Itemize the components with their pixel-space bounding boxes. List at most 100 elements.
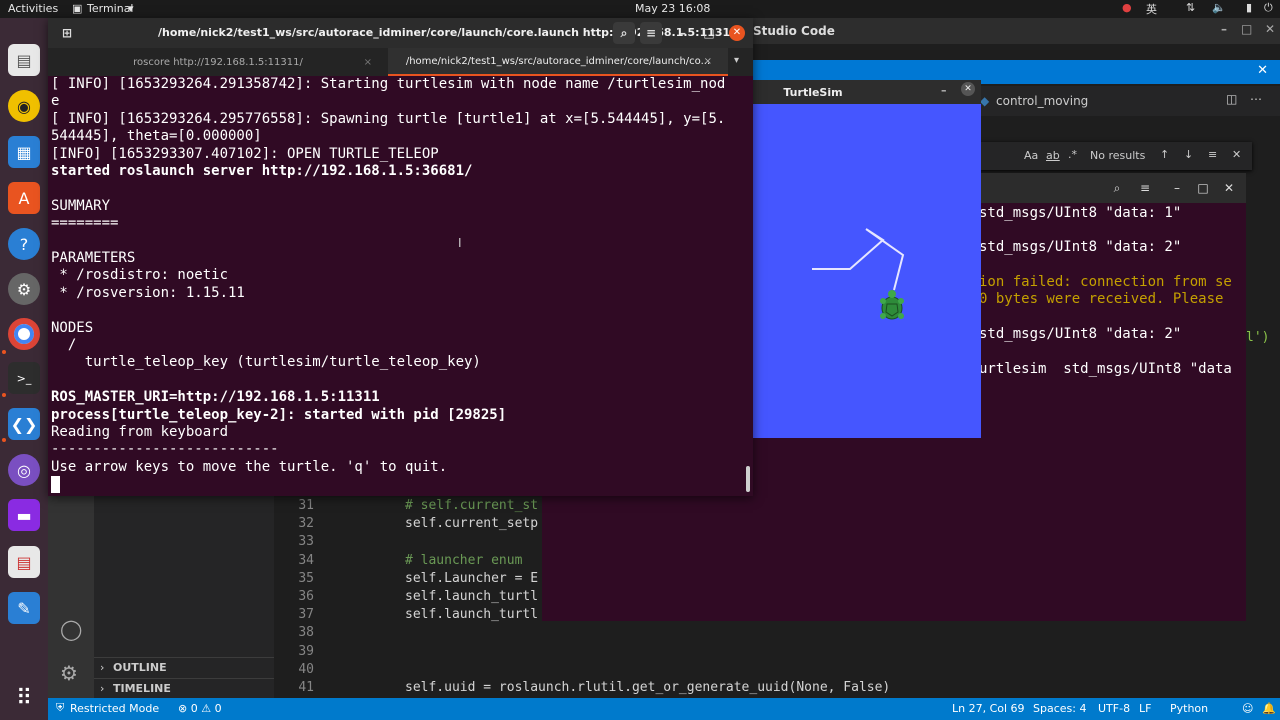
terminal-2-line: ion failed: connection from se (979, 274, 1232, 290)
screen-recorder-icon[interactable]: ▬ (8, 499, 40, 531)
line-number: 38 (298, 625, 314, 641)
text-cursor (51, 476, 60, 493)
close-icon[interactable]: ✕ (961, 82, 975, 96)
record-icon[interactable]: ● (1122, 1, 1132, 14)
maximize-icon[interactable]: □ (1192, 177, 1214, 199)
next-match-icon[interactable]: ↓ (1184, 148, 1193, 161)
terminal-icon[interactable]: >_ (8, 362, 40, 394)
feedback-icon[interactable]: ☺ (1242, 702, 1253, 715)
terminal-app-icon: ▣ (72, 2, 83, 15)
document-viewer-icon[interactable]: ▤ (8, 546, 40, 578)
files-icon[interactable]: ▤ (8, 44, 40, 76)
vscode-window-title: Studio Code (753, 24, 835, 38)
writer-icon[interactable]: ▦ (8, 136, 40, 168)
line-number: 32 (298, 516, 314, 532)
find-in-selection-icon[interactable]: ≡ (1208, 148, 1217, 161)
tab-control-moving[interactable]: control_moving (996, 94, 1088, 108)
line-number: 35 (298, 570, 314, 586)
minimize-icon[interactable]: – (1221, 22, 1227, 36)
close-icon[interactable]: ✕ (729, 25, 745, 41)
cursor-position[interactable]: Ln 27, Col 69 (952, 702, 1025, 715)
battery-icon[interactable]: ▮ (1246, 1, 1252, 14)
turtlesim-title: TurtleSim (783, 86, 843, 99)
language-mode[interactable]: Python (1170, 702, 1208, 715)
close-icon[interactable]: ✕ (1257, 63, 1268, 78)
settings-gear-icon[interactable]: ⚙ (8, 273, 40, 305)
hamburger-menu-icon[interactable]: ≡ (1134, 177, 1156, 199)
match-case-icon[interactable]: Aa (1024, 149, 1038, 162)
close-icon[interactable]: ✕ (1218, 177, 1240, 199)
help-icon[interactable]: ? (8, 228, 40, 260)
show-apps-grid-icon[interactable]: ⠿ (8, 682, 40, 714)
terminal-2-line: 0 bytes were received. Please (979, 291, 1224, 307)
activities-button[interactable]: Activities (8, 2, 58, 15)
network-icon[interactable]: ⇅ (1186, 1, 1195, 14)
account-icon[interactable]: ◯ (60, 617, 82, 641)
more-actions-icon[interactable]: ⋯ (1250, 92, 1262, 106)
mouse-ibeam-cursor: I (458, 236, 462, 250)
terminal-line: Reading from keyboard (51, 424, 229, 440)
shield-icon: ⛨ (56, 701, 65, 714)
search-icon[interactable]: ⌕ (1106, 177, 1128, 199)
close-tab-icon[interactable]: × (704, 56, 712, 67)
split-editor-icon[interactable]: ◫ (1226, 92, 1237, 106)
close-icon[interactable]: ✕ (1265, 22, 1275, 36)
close-tab-icon[interactable]: × (364, 57, 372, 68)
encoding[interactable]: UTF-8 (1098, 702, 1130, 715)
match-word-icon[interactable]: ab (1046, 149, 1060, 162)
minimize-icon[interactable]: – (672, 22, 694, 44)
clock[interactable]: May 23 16:08 (635, 2, 710, 15)
terminal-line: NODES (51, 319, 94, 336)
tab-label: /home/nick2/test1_ws/src/autorace_idmine… (405, 55, 711, 67)
timeline-section[interactable]: › TIMELINE (94, 678, 274, 698)
media-player-icon[interactable]: ◎ (8, 454, 40, 486)
new-tab-icon[interactable]: ⊞ (56, 22, 78, 44)
maximize-icon[interactable]: □ (698, 22, 720, 44)
turtle-path-drawing (812, 228, 905, 320)
line-number: 34 (298, 552, 314, 568)
problems-indicator[interactable]: ⊗ 0 ⚠ 0 (178, 702, 222, 715)
rhythmbox-icon[interactable]: ◉ (8, 90, 40, 122)
previous-match-icon[interactable]: ↑ (1160, 148, 1169, 161)
scrollbar-thumb[interactable] (746, 466, 750, 492)
manage-gear-icon[interactable]: ⚙ (60, 661, 78, 685)
input-method-indicator[interactable]: 英 (1146, 1, 1157, 17)
software-center-icon[interactable]: A (8, 182, 40, 214)
terminal-line: Use arrow keys to move the turtle. 'q' t… (51, 458, 448, 475)
volume-icon[interactable]: 🔈 (1212, 1, 1226, 14)
text-editor-icon[interactable]: ✎ (8, 592, 40, 624)
minimize-icon[interactable]: – (1166, 177, 1188, 199)
terminal-line: / (51, 337, 77, 353)
tab-menu-chevron-down-icon[interactable]: ▾ (734, 55, 739, 66)
end-of-line[interactable]: LF (1139, 702, 1151, 715)
restricted-mode-indicator[interactable]: Restricted Mode (70, 702, 159, 715)
terminal-tab-bar: roscore http://192.168.1.5:11311/ × /hom… (48, 48, 753, 76)
app-menu[interactable]: Terminal (87, 2, 134, 15)
terminal-line: started roslaunch server http://192.168.… (51, 163, 473, 179)
terminal-output[interactable]: [ INFO] [1653293264.291358742]: Starting… (48, 76, 753, 496)
ubuntu-dock: ▤ ◉ ▦ A ? ⚙ >_ ❮❯ ◎ ▬ ▤ ✎ ⠿ (0, 18, 48, 720)
power-icon[interactable]: ⏻ (1264, 1, 1273, 15)
notifications-bell-icon[interactable]: 🔔 (1262, 702, 1276, 715)
terminal-line: 544445], theta=[0.000000] (51, 128, 262, 145)
maximize-icon[interactable]: □ (1241, 22, 1252, 36)
search-icon[interactable]: ⌕ (613, 22, 635, 44)
code-line: self.current_setp (405, 516, 539, 532)
chrome-icon[interactable] (8, 318, 40, 350)
line-number: 41 (298, 680, 314, 695)
outline-section[interactable]: › OUTLINE (94, 657, 274, 677)
hamburger-menu-icon[interactable]: ≡ (640, 22, 662, 44)
terminal-2-line: std_msgs/UInt8 "data: 2" (979, 239, 1182, 255)
regex-icon[interactable]: .* (1068, 148, 1077, 161)
terminal-line: * /rosdistro: noetic (51, 267, 229, 284)
code-line: self.launch_turtl (405, 607, 539, 623)
editor-gutter: 31 32 33 34 35 36 37 38 39 40 41 (274, 495, 344, 698)
close-icon[interactable]: ✕ (1232, 148, 1241, 161)
tab-roscore[interactable]: roscore http://192.168.1.5:11311/ × (48, 48, 388, 76)
minimize-icon[interactable]: – (941, 84, 947, 97)
terminal-2-line: std_msgs/UInt8 "data: 1" (979, 205, 1182, 221)
indentation[interactable]: Spaces: 4 (1033, 702, 1086, 715)
terminal-line: --------------------------- (51, 441, 279, 458)
vscode-icon[interactable]: ❮❯ (8, 408, 40, 440)
tab-core-launch[interactable]: /home/nick2/test1_ws/src/autorace_idmine… (388, 48, 728, 76)
